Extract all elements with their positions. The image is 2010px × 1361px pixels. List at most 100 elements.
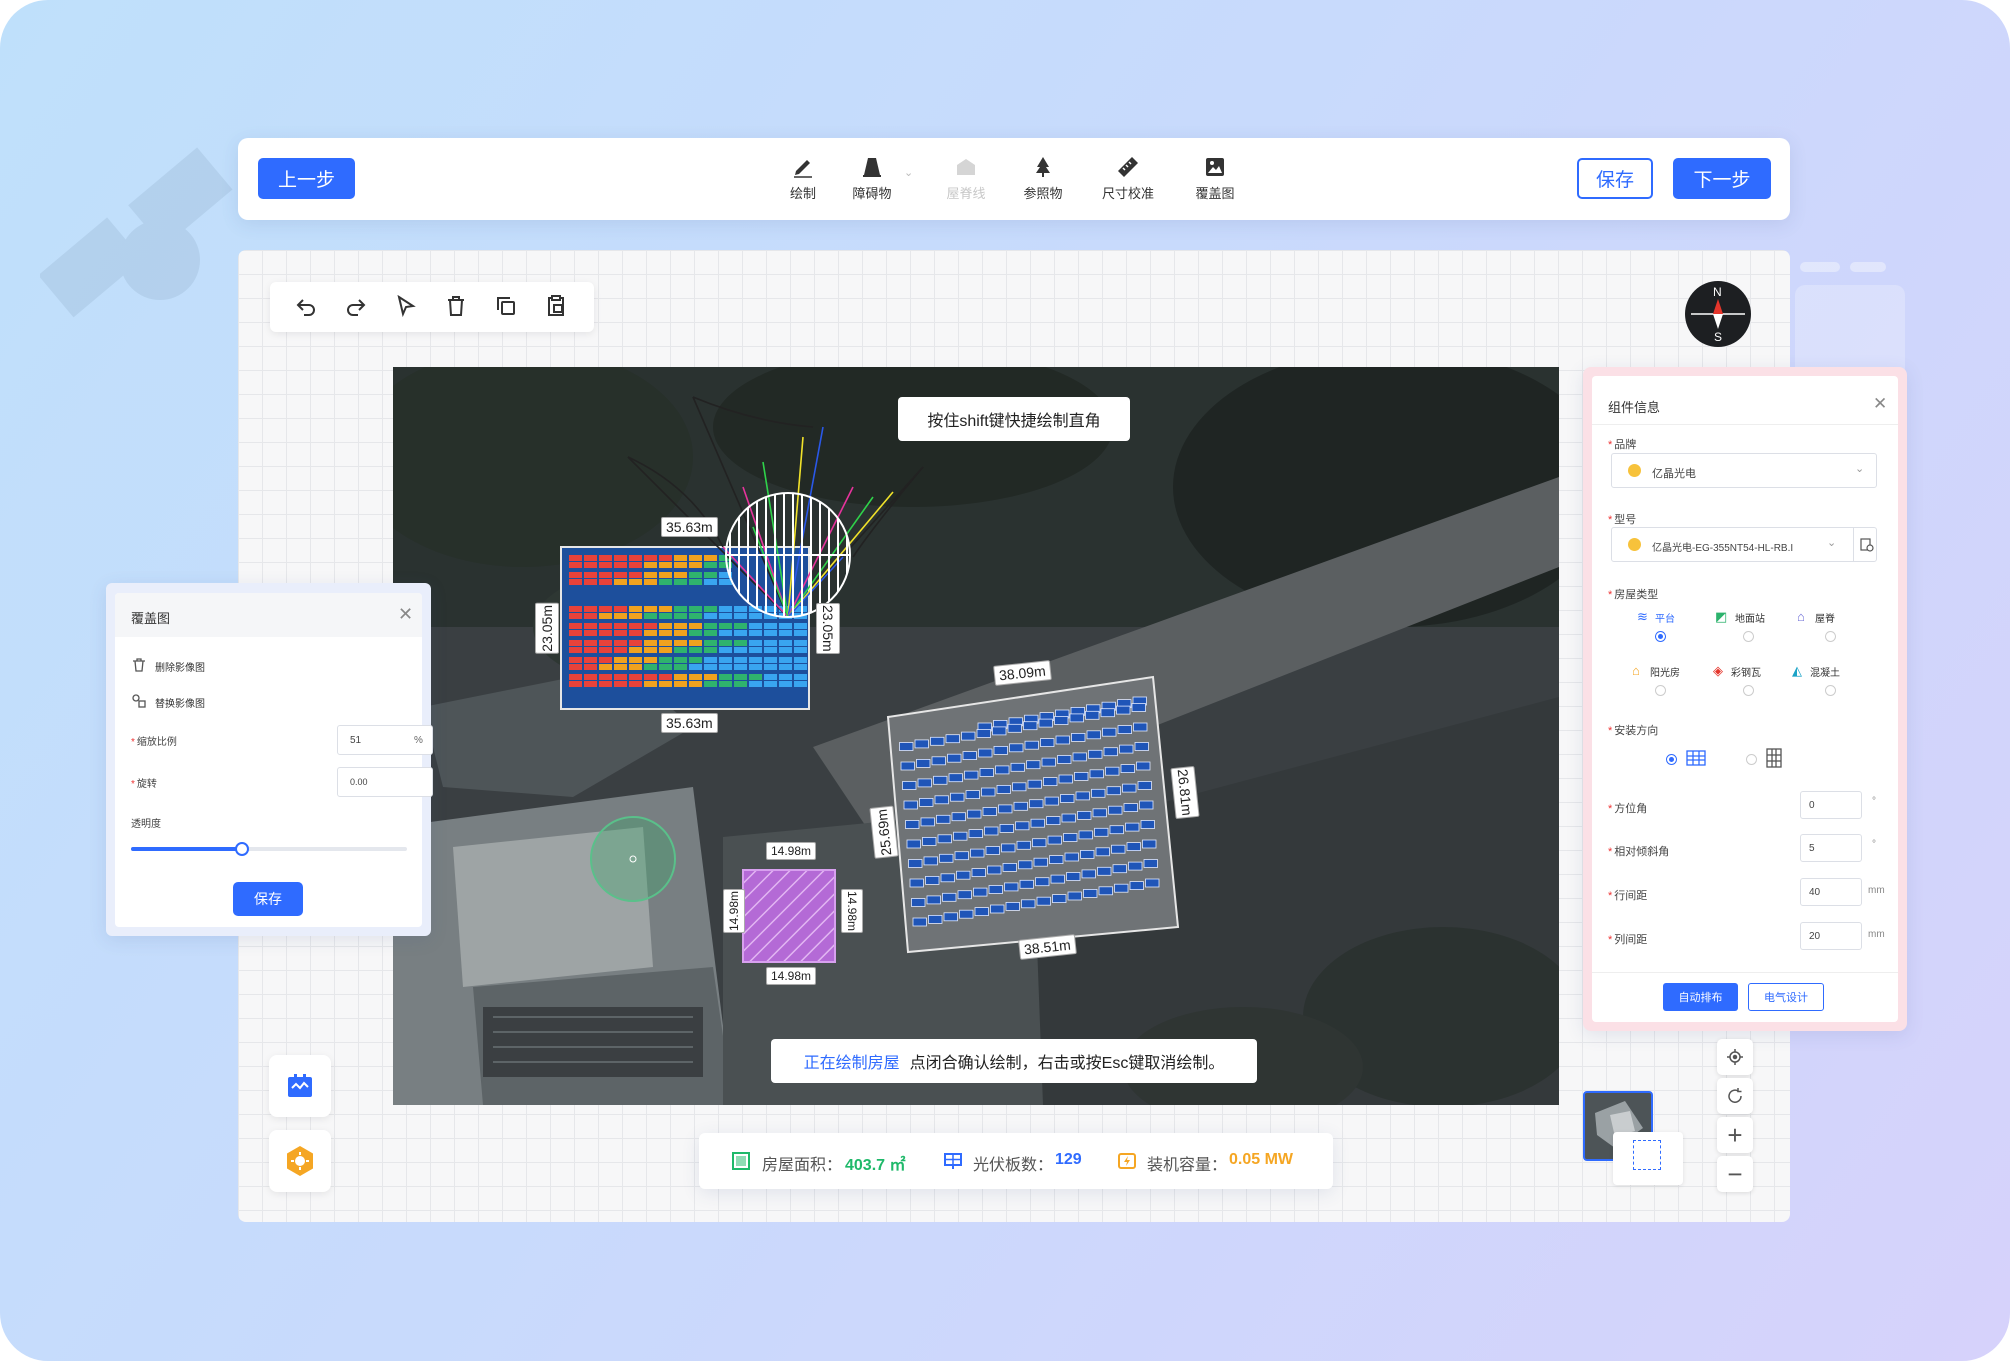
obstacle-dropdown-chevron-icon[interactable]: ⌄ [904, 166, 913, 179]
replace-image-label[interactable]: 替换影像图 [155, 695, 205, 710]
redo-icon[interactable] [344, 294, 368, 323]
solar-panel-icon [944, 1153, 962, 1169]
delete-icon[interactable] [444, 294, 468, 323]
stats-bar: 房屋面积： 403.7 ㎡ 光伏板数： 129 装机容量： 0.05 MW [699, 1133, 1333, 1189]
solar-panel-cell [1109, 825, 1124, 835]
solar-panel-cell [794, 681, 807, 687]
solar-panel-cell [689, 630, 702, 636]
close-icon[interactable]: ✕ [1873, 394, 1887, 414]
radio[interactable] [1743, 685, 1754, 696]
tool-overlay-image[interactable]: 覆盖图 [1175, 155, 1255, 202]
next-step-button[interactable]: 下一步 [1673, 158, 1771, 199]
tilt-input[interactable]: 5 [1800, 834, 1862, 862]
capacity-icon [1118, 1153, 1136, 1169]
roof-type-option[interactable]: ◩ 地面站 [1715, 609, 1785, 649]
solar-panel-cell [1067, 891, 1082, 901]
landscape-panel-icon[interactable] [1686, 750, 1706, 771]
tool-reference[interactable]: 参照物 [1003, 155, 1083, 202]
undo-icon[interactable] [294, 294, 318, 323]
close-icon[interactable]: ✕ [398, 604, 413, 625]
radio-selected[interactable] [1655, 631, 1666, 642]
solar-panel-cell [996, 784, 1011, 794]
solar-panel-cell [599, 647, 612, 653]
install-direction-label: * 安装方向 [1608, 725, 1659, 737]
tool-ridge-line[interactable]: 屋脊线 [926, 155, 1006, 202]
solar-panel-cell [1089, 769, 1104, 779]
solar-panel-cell [1125, 822, 1140, 832]
landscape-radio[interactable] [1666, 754, 1677, 765]
solar-panel-cell [614, 647, 627, 653]
roof-type-option[interactable]: ⌂ 阳光房 [1632, 663, 1708, 703]
rotate-input[interactable]: 0.00 [337, 767, 433, 797]
model-select[interactable]: 亿晶光电-EG-355NT54-HL-RB.I ⌄ [1611, 527, 1877, 562]
replace-image-icon[interactable] [131, 693, 147, 709]
tool-obstacle[interactable]: 障碍物 [832, 155, 912, 202]
solar-panel-cell [674, 681, 687, 687]
solar-panel-cell [1075, 791, 1090, 801]
portrait-radio[interactable] [1746, 754, 1757, 765]
delete-image-label[interactable]: 删除影像图 [155, 659, 205, 674]
roof-type-option[interactable]: ≋ 平台 [1637, 609, 1697, 649]
overlay-save-button[interactable]: 保存 [233, 882, 303, 916]
solar-panel-cell [569, 664, 582, 670]
delete-image-icon[interactable] [131, 657, 147, 673]
solar-panel-cell [1095, 847, 1110, 857]
roof-type-option[interactable]: ◈ 彩钢瓦 [1713, 663, 1783, 703]
copy-icon[interactable] [494, 294, 518, 323]
reset-view-button[interactable] [1717, 1078, 1753, 1114]
solar-panel-cell [749, 623, 762, 629]
solar-panel-cell [599, 613, 612, 619]
save-button[interactable]: 保存 [1577, 158, 1653, 199]
scale-input[interactable]: 51 % [337, 725, 433, 755]
drawing-status-bar: 正在绘制房屋 点闭合确认绘制，右击或按Esc键取消绘制。 [771, 1039, 1257, 1083]
solar-panel-cell [599, 664, 612, 670]
solar-panel-cell [1116, 705, 1131, 715]
roof-type-option[interactable]: ◭ 混凝土 [1792, 663, 1862, 703]
auto-layout-button[interactable]: 自动排布 [1663, 983, 1738, 1011]
solar-panel-cell [659, 562, 672, 568]
portrait-panel-icon[interactable] [1766, 748, 1782, 773]
solar-panel-cell [704, 674, 717, 680]
prev-step-button[interactable]: 上一步 [258, 158, 355, 199]
solar-panel-cell [584, 647, 597, 653]
solar-panel-cell [569, 640, 582, 646]
tool-draw[interactable]: 绘制 [763, 155, 843, 202]
solar-panel-cell [990, 904, 1005, 914]
dim-label-square-top: 14.98m [766, 842, 817, 860]
radio[interactable] [1655, 685, 1666, 696]
locate-button[interactable] [1717, 1039, 1753, 1075]
zoom-in-button[interactable]: + [1717, 1117, 1753, 1153]
paste-icon[interactable] [544, 294, 568, 323]
radio[interactable] [1825, 631, 1836, 642]
install-direction-label-text: 安装方向 [1614, 725, 1659, 737]
scale-label: * 缩放比例 [131, 737, 177, 748]
solar-panel-cell [569, 674, 582, 680]
radio[interactable] [1825, 685, 1836, 696]
side-tool-solar[interactable] [269, 1130, 331, 1192]
solar-panel-cell [584, 555, 597, 561]
radio[interactable] [1743, 631, 1754, 642]
opacity-slider-thumb[interactable] [235, 842, 250, 856]
solar-panel-cell [704, 555, 717, 561]
select-cursor-icon[interactable] [394, 294, 418, 323]
electrical-design-button[interactable]: 电气设计 [1748, 983, 1824, 1011]
solar-panel-cell [569, 562, 582, 568]
brand-select[interactable]: 亿晶光电 ⌄ [1611, 453, 1877, 488]
solar-panel-cell [1005, 902, 1020, 911]
col-gap-input[interactable]: 20 [1800, 922, 1862, 950]
model-detail-icon[interactable] [1853, 528, 1878, 561]
opacity-slider-track[interactable] [131, 842, 407, 856]
row-gap-input[interactable]: 40 [1800, 878, 1862, 906]
solar-panel-cell [957, 890, 972, 900]
tool-size-calibration[interactable]: 尺寸校准 [1088, 155, 1168, 202]
satellite-map[interactable]: 35.63m 35.63m 23.05m 23.05m 38.09m 38.51… [393, 367, 1559, 1105]
compass[interactable]: N S [1685, 281, 1751, 347]
solar-panel-cell [569, 579, 582, 585]
solar-panel-cell [659, 664, 672, 670]
roof-type-option[interactable]: ⌂ 屋脊 [1797, 609, 1857, 649]
solar-panel-cell [1033, 857, 1048, 867]
azimuth-input[interactable]: 0 [1800, 791, 1862, 819]
side-tool-monitor[interactable] [269, 1055, 331, 1117]
zoom-out-button[interactable]: − [1717, 1156, 1753, 1192]
color-steel-icon: ◈ [1713, 663, 1723, 678]
